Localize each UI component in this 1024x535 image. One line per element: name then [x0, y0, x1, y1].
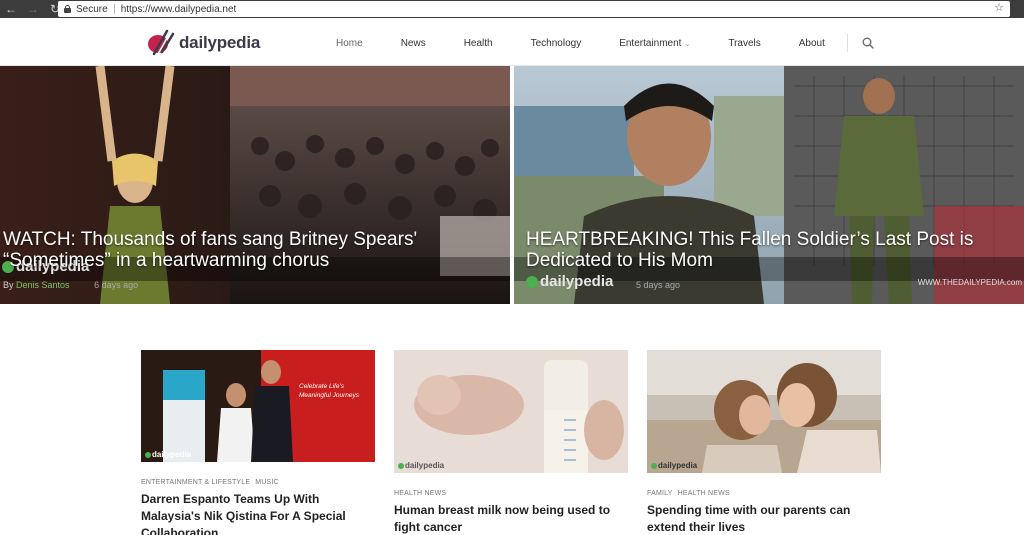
hero-title[interactable]: WATCH: Thousands of fans sang Britney Sp…: [3, 229, 498, 271]
category-link[interactable]: HEALTH NEWS: [394, 490, 446, 497]
logo-text: dailypedia: [179, 33, 261, 52]
hero-article-britney[interactable]: dailypedia WATCH: Thousands of fans sang…: [0, 66, 510, 304]
nav-item-health[interactable]: Health: [464, 38, 493, 49]
bookmark-star-icon[interactable]: ☆: [994, 1, 1004, 14]
card-watermark: dailypedia: [651, 461, 697, 470]
browser-toolbar: ← → ↻ Secure https://www.dailypedia.net …: [0, 0, 1024, 18]
author-prefix: By: [3, 280, 14, 290]
address-bar[interactable]: Secure https://www.dailypedia.net ☆: [58, 1, 1010, 17]
card-banner-text: Celebrate Life's Meaningful Journeys: [299, 383, 359, 399]
search-icon[interactable]: [862, 37, 874, 49]
watermark-dot-icon: [145, 451, 151, 458]
card-image-family: [647, 350, 881, 473]
hero-article-soldier[interactable]: dailypedia HEARTBREAKING! This Fallen So…: [514, 66, 1024, 304]
chevron-down-icon: ⌄: [684, 41, 691, 48]
site-logo[interactable]: dailypedia: [145, 28, 260, 58]
nav-item-technology[interactable]: Technology: [531, 38, 582, 49]
hero-logo-watermark: dailypedia: [526, 273, 613, 290]
watermark-text: dailypedia: [540, 273, 614, 290]
watermark-dot-icon: [526, 275, 538, 288]
logo-mark-icon: [148, 29, 175, 56]
card-categories: HEALTH NEWS: [394, 490, 628, 497]
card-watermark-text: dailypedia: [152, 450, 192, 459]
hero-title[interactable]: HEARTBREAKING! This Fallen Soldier’s Las…: [526, 229, 1016, 271]
card-image-event: [141, 350, 375, 462]
site-url-watermark: WWW.THEDAILYPEDIA.com: [917, 278, 1022, 287]
card-categories: ENTERTAINMENT & LIFESTYLE MUSIC: [141, 479, 375, 486]
author-link[interactable]: Denis Santos: [16, 280, 70, 290]
card-title[interactable]: Human breast milk now being used to figh…: [394, 502, 628, 535]
article-card[interactable]: dailypedia FAMILY HEALTH NEWS Spending ti…: [647, 350, 881, 535]
card-image[interactable]: dailypedia: [647, 350, 881, 473]
lock-icon: [64, 5, 71, 13]
browser-nav-buttons: ← → ↻: [4, 2, 62, 16]
card-watermark-text: dailypedia: [658, 461, 698, 470]
nav-item-about[interactable]: About: [799, 38, 825, 49]
back-icon[interactable]: ←: [4, 2, 18, 16]
main-navigation: Home News Health Technology Entertainmen…: [336, 38, 825, 49]
category-link[interactable]: HEALTH NEWS: [678, 490, 730, 497]
address-separator: [113, 4, 115, 14]
nav-item-travels[interactable]: Travels: [728, 38, 760, 49]
card-watermark: dailypedia: [398, 461, 444, 470]
category-link[interactable]: MUSIC: [255, 479, 279, 486]
post-date: 6 days ago: [94, 280, 139, 290]
category-link[interactable]: FAMILY: [647, 490, 673, 497]
watermark-dot-icon: [398, 462, 404, 469]
card-watermark-text: dailypedia: [405, 461, 445, 470]
card-title[interactable]: Darren Espanto Teams Up With Malaysia's …: [141, 491, 375, 535]
nav-item-entertainment[interactable]: Entertainment ⌄: [619, 38, 690, 49]
category-link[interactable]: ENTERTAINMENT & LIFESTYLE: [141, 479, 250, 486]
article-card[interactable]: dailypedia HEALTH NEWS Human breast milk…: [394, 350, 628, 535]
nav-item-entertainment-label: Entertainment: [619, 38, 682, 49]
forward-icon[interactable]: →: [26, 2, 40, 16]
nav-item-home[interactable]: Home: [336, 38, 363, 49]
card-image[interactable]: Celebrate Life's Meaningful Journeys dai…: [141, 350, 375, 462]
hero-meta: 5 days ago: [614, 280, 680, 290]
card-title[interactable]: Spending time with our parents can exten…: [647, 502, 881, 535]
card-watermark: dailypedia: [145, 450, 191, 459]
article-card[interactable]: Celebrate Life's Meaningful Journeys dai…: [141, 350, 375, 535]
card-image[interactable]: dailypedia: [394, 350, 628, 473]
hero-meta: By Denis Santos 6 days ago: [3, 280, 138, 290]
post-date: 5 days ago: [636, 280, 681, 290]
secure-label: Secure: [76, 3, 108, 15]
site-header: dailypedia Home News Health Technology E…: [0, 18, 1024, 66]
nav-divider: [847, 34, 848, 52]
nav-item-news[interactable]: News: [401, 38, 426, 49]
watermark-dot-icon: [651, 462, 657, 469]
card-image-baby: [394, 350, 628, 473]
url-text[interactable]: https://www.dailypedia.net: [121, 4, 237, 15]
card-categories: FAMILY HEALTH NEWS: [647, 490, 881, 497]
